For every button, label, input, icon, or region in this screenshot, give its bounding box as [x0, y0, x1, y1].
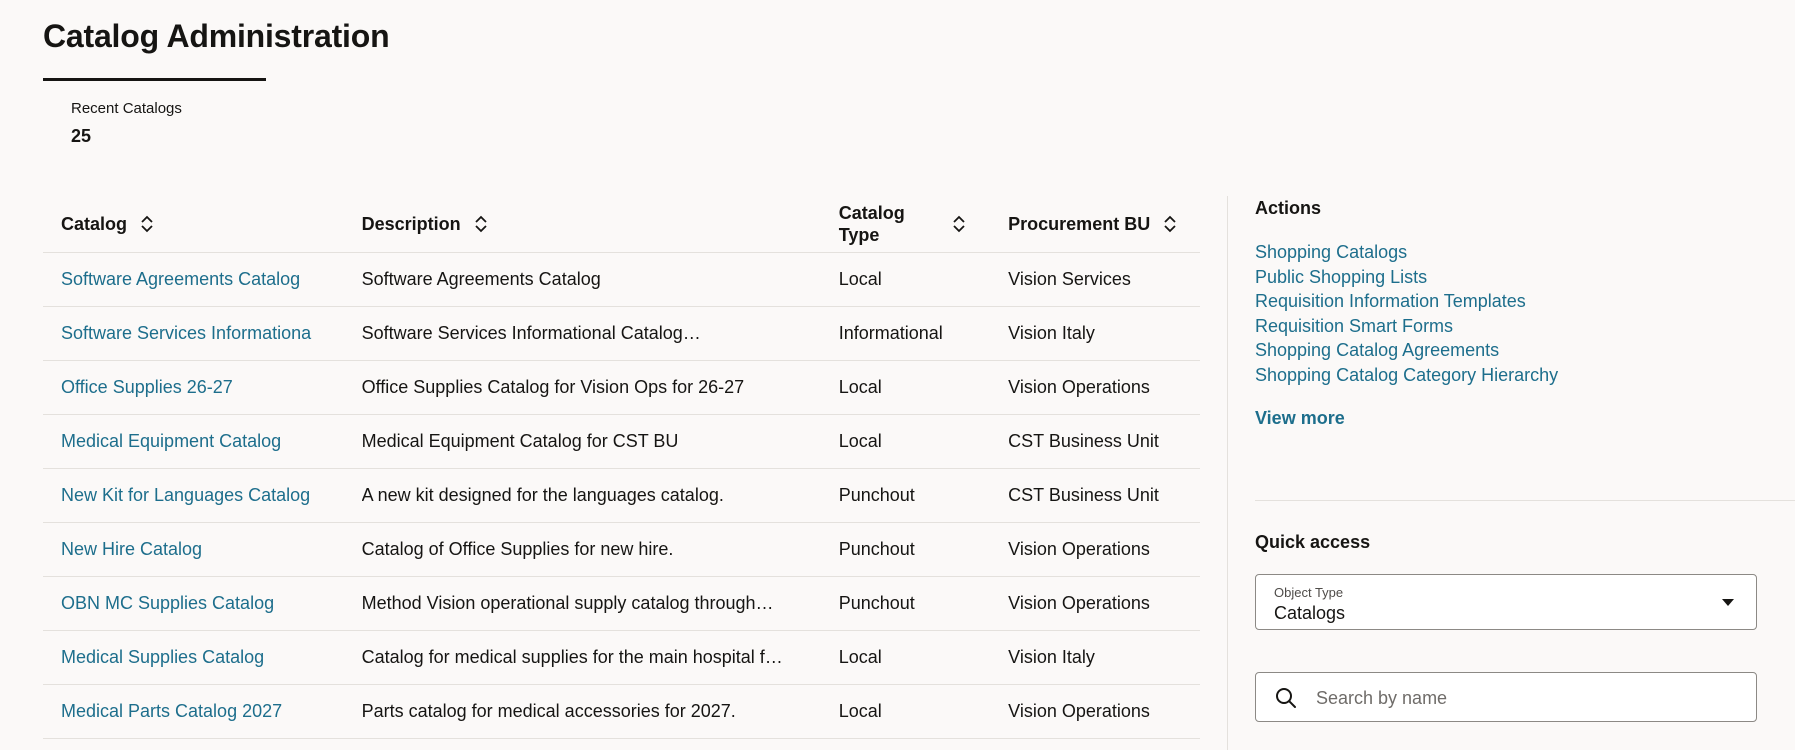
action-item: Requisition Information Templates [1255, 289, 1558, 314]
panel-divider [1227, 196, 1228, 750]
cell-catalog: New Kit for Languages Catalog [43, 468, 344, 523]
cell-catalog-type: Informational [820, 306, 991, 361]
table-row[interactable]: Office Supplies 26-27 Office Supplies Ca… [43, 360, 1200, 415]
catalog-link[interactable]: Medical Parts Catalog 2027 [61, 701, 344, 722]
cell-catalog-type: Local [820, 684, 991, 739]
table-row[interactable]: Medical Parts Catalog 2027 Parts catalog… [43, 684, 1200, 739]
metric-label: Recent Catalogs [71, 100, 182, 117]
action-item: Shopping Catalog Category Hierarchy [1255, 363, 1558, 388]
caret-down-icon [1722, 599, 1734, 606]
cell-procurement-bu: Vision Services [990, 252, 1200, 307]
sort-icon[interactable] [473, 214, 489, 234]
action-link-requisition-information-templates[interactable]: Requisition Information Templates [1255, 291, 1526, 311]
table-row[interactable]: New Hire Catalog Catalog of Office Suppl… [43, 522, 1200, 577]
table-row[interactable]: OBN MC Supplies Catalog Method Vision op… [43, 576, 1200, 631]
table-row[interactable]: Medical Supplies Catalog Catalog for med… [43, 630, 1200, 685]
table-header-row: Catalog Description Catalog Type Procure… [43, 196, 1200, 253]
cell-catalog-type: Local [820, 252, 991, 307]
cell-catalog-type: Local [820, 414, 991, 469]
actions-list: Shopping Catalogs Public Shopping Lists … [1255, 240, 1558, 387]
action-link-shopping-catalogs[interactable]: Shopping Catalogs [1255, 242, 1407, 262]
search-icon [1274, 686, 1298, 710]
metric-value: 25 [71, 126, 92, 146]
action-item: Public Shopping Lists [1255, 265, 1558, 290]
cell-procurement-bu: CST Business Unit [990, 468, 1200, 523]
catalog-link[interactable]: Medical Supplies Catalog [61, 647, 344, 668]
table-row[interactable]: New Kit for Languages Catalog A new kit … [43, 468, 1200, 523]
quick-access-title: Quick access [1255, 532, 1371, 552]
cell-catalog: Medical Supplies Catalog [43, 630, 344, 685]
cell-description: Medical Equipment Catalog for CST BU [343, 414, 821, 469]
action-link-shopping-catalog-category-hierarchy[interactable]: Shopping Catalog Category Hierarchy [1255, 365, 1558, 385]
action-item: Shopping Catalogs [1255, 240, 1558, 265]
table-row[interactable]: Medical Equipment Catalog Medical Equipm… [43, 414, 1200, 469]
table-row[interactable]: Software Agreements Catalog Software Agr… [43, 252, 1200, 307]
cell-catalog: Software Services Informationa [43, 306, 344, 361]
catalog-link[interactable]: Software Agreements Catalog [61, 269, 344, 290]
cell-catalog: Medical Parts Catalog 2027 [43, 684, 344, 739]
column-header-description[interactable]: Description [343, 196, 821, 253]
search-input[interactable] [1314, 681, 1738, 715]
column-header-catalog[interactable]: Catalog [43, 196, 344, 253]
cell-procurement-bu: Vision Operations [990, 576, 1200, 631]
sort-icon[interactable] [139, 214, 155, 234]
column-header-catalog-type[interactable]: Catalog Type [820, 196, 991, 253]
sort-icon[interactable] [951, 214, 967, 234]
cell-catalog: OBN MC Supplies Catalog [43, 576, 344, 631]
cell-description: Software Services Informational Catalog… [343, 306, 821, 361]
cell-catalog-type: Local [820, 360, 991, 415]
column-header-label: Catalog Type [838, 203, 905, 245]
recent-catalogs-metric[interactable]: Recent Catalogs 25 [71, 99, 182, 147]
cell-catalog-type: Punchout [820, 576, 991, 631]
cell-procurement-bu: Vision Operations [990, 522, 1200, 577]
catalog-link[interactable]: New Hire Catalog [61, 539, 344, 560]
cell-catalog-type: Local [820, 630, 991, 685]
cell-procurement-bu: Vision Operations [990, 684, 1200, 739]
object-type-label: Object Type [1274, 585, 1344, 600]
cell-description: Catalog of Office Supplies for new hire. [343, 522, 821, 577]
cell-procurement-bu: Vision Italy [990, 630, 1200, 685]
catalog-link[interactable]: OBN MC Supplies Catalog [61, 593, 344, 614]
catalog-link[interactable]: Software Services Informationa [61, 323, 344, 344]
cell-catalog: New Hire Catalog [43, 522, 344, 577]
catalog-link[interactable]: Office Supplies 26-27 [61, 377, 344, 398]
action-item: Shopping Catalog Agreements [1255, 338, 1558, 363]
action-link-public-shopping-lists[interactable]: Public Shopping Lists [1255, 267, 1427, 287]
cell-catalog-type: Punchout [820, 522, 991, 577]
cell-procurement-bu: Vision Operations [990, 360, 1200, 415]
action-item: Requisition Smart Forms [1255, 314, 1558, 339]
section-divider [1255, 500, 1795, 501]
search-field[interactable] [1255, 672, 1757, 722]
column-header-procurement-bu[interactable]: Procurement BU [990, 196, 1200, 253]
column-header-label: Procurement BU [1008, 213, 1151, 234]
object-type-value: Catalogs [1274, 603, 1346, 623]
page-title: Catalog Administration [43, 18, 390, 54]
action-link-shopping-catalog-agreements[interactable]: Shopping Catalog Agreements [1255, 340, 1499, 360]
sort-icon[interactable] [1162, 214, 1178, 234]
action-link-requisition-smart-forms[interactable]: Requisition Smart Forms [1255, 316, 1453, 336]
cell-catalog: Software Agreements Catalog [43, 252, 344, 307]
catalog-link[interactable]: Medical Equipment Catalog [61, 431, 344, 452]
catalogs-table: Catalog Description Catalog Type Procure… [43, 196, 1200, 739]
cell-description: Office Supplies Catalog for Vision Ops f… [343, 360, 821, 415]
cell-catalog-type: Punchout [820, 468, 991, 523]
object-type-select[interactable]: Object Type Catalogs [1255, 574, 1757, 630]
cell-description: Software Agreements Catalog [343, 252, 821, 307]
cell-description: Catalog for medical supplies for the mai… [343, 630, 821, 685]
cell-procurement-bu: Vision Italy [990, 306, 1200, 361]
cell-description: Parts catalog for medical accessories fo… [343, 684, 821, 739]
column-header-label: Description [361, 213, 461, 234]
column-header-label: Catalog [61, 213, 128, 234]
actions-title: Actions [1255, 198, 1322, 218]
catalog-link[interactable]: New Kit for Languages Catalog [61, 485, 344, 506]
active-tab-indicator [43, 78, 266, 81]
cell-description: A new kit designed for the languages cat… [343, 468, 821, 523]
table-row[interactable]: Software Services Informationa Software … [43, 306, 1200, 361]
cell-procurement-bu: CST Business Unit [990, 414, 1200, 469]
view-more-link[interactable]: View more [1255, 406, 1345, 430]
cell-catalog: Office Supplies 26-27 [43, 360, 344, 415]
cell-catalog: Medical Equipment Catalog [43, 414, 344, 469]
cell-description: Method Vision operational supply catalog… [343, 576, 821, 631]
